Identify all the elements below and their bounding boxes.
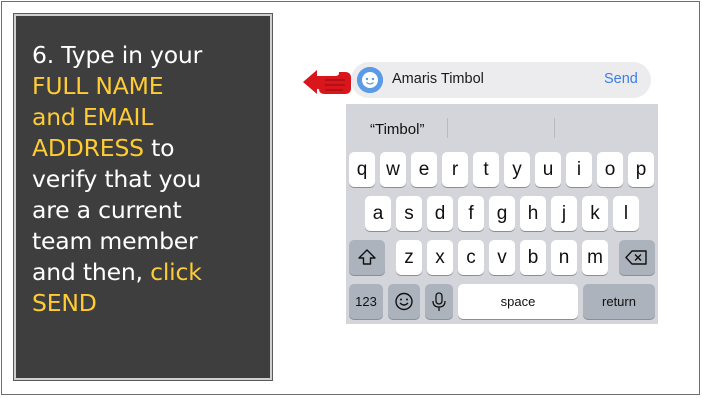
emoji-icon — [395, 292, 413, 311]
suggestion-divider — [447, 118, 448, 138]
space-key[interactable]: space — [458, 284, 578, 319]
instruction-text: 6. Type in your FULL NAME and EMAIL ADDR… — [32, 40, 262, 319]
key-j[interactable]: j — [551, 196, 577, 231]
suggestion-item[interactable]: “Timbol” — [370, 121, 424, 138]
key-w[interactable]: w — [380, 152, 406, 187]
key-n[interactable]: n — [551, 240, 577, 275]
key-p[interactable]: p — [628, 152, 654, 187]
key-b[interactable]: b — [520, 240, 546, 275]
key-y[interactable]: y — [504, 152, 530, 187]
key-o[interactable]: o — [597, 152, 623, 187]
instruction-highlight: ADDRESS — [32, 134, 144, 162]
shift-key[interactable] — [349, 240, 385, 275]
instruction-line: verify that you — [32, 165, 202, 193]
send-button[interactable]: Send — [604, 71, 638, 87]
emoji-key[interactable] — [388, 284, 420, 319]
instruction-line: 6. Type in your — [32, 41, 203, 69]
instruction-highlight: FULL NAME — [32, 72, 164, 100]
key-k[interactable]: k — [582, 196, 608, 231]
avatar — [357, 67, 383, 93]
shift-icon — [358, 249, 376, 265]
key-g[interactable]: g — [489, 196, 515, 231]
backspace-icon — [625, 250, 647, 265]
return-key[interactable]: return — [583, 284, 655, 319]
instruction-text-segment: to — [143, 134, 175, 162]
instruction-highlight: and EMAIL — [32, 103, 154, 131]
instruction-line: team member — [32, 227, 198, 255]
key-r[interactable]: r — [442, 152, 468, 187]
key-q[interactable]: q — [349, 152, 375, 187]
instruction-highlight: click — [150, 258, 202, 286]
key-z[interactable]: z — [396, 240, 422, 275]
suggestion-divider — [554, 118, 555, 138]
key-x[interactable]: x — [427, 240, 453, 275]
microphone-icon — [432, 292, 446, 311]
instruction-highlight: SEND — [32, 289, 97, 317]
pointing-hand-icon — [303, 70, 351, 94]
instruction-line: ADDRESS to — [32, 133, 262, 164]
key-d[interactable]: d — [427, 196, 453, 231]
delete-key[interactable] — [619, 240, 655, 275]
key-s[interactable]: s — [396, 196, 422, 231]
key-u[interactable]: u — [535, 152, 561, 187]
key-v[interactable]: v — [489, 240, 515, 275]
instruction-line: are a current — [32, 196, 182, 224]
key-e[interactable]: e — [411, 152, 437, 187]
key-c[interactable]: c — [458, 240, 484, 275]
suggestion-bar: “Timbol” — [346, 112, 658, 144]
keyboard: “Timbol” q w e r t y u i o p a s d f g h… — [346, 104, 658, 324]
key-i[interactable]: i — [566, 152, 592, 187]
key-h[interactable]: h — [520, 196, 546, 231]
key-a[interactable]: a — [365, 196, 391, 231]
instruction-text-segment: and then, — [32, 258, 151, 286]
avatar-face-icon — [357, 67, 383, 93]
dictation-key[interactable] — [425, 284, 453, 319]
key-l[interactable]: l — [613, 196, 639, 231]
recipient-input[interactable]: Amaris Timbol — [392, 71, 484, 87]
key-m[interactable]: m — [582, 240, 608, 275]
instruction-line: and then, click — [32, 257, 262, 288]
key-f[interactable]: f — [458, 196, 484, 231]
key-t[interactable]: t — [473, 152, 499, 187]
numbers-key[interactable]: 123 — [349, 284, 383, 319]
